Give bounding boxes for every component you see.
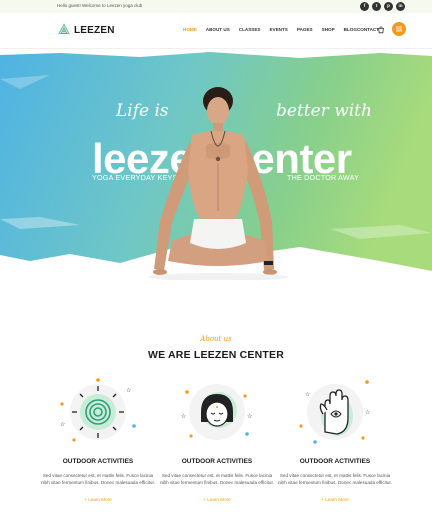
nav-classes[interactable]: CLASSES xyxy=(239,27,261,32)
cart-icon[interactable] xyxy=(377,26,385,34)
svg-text:☆: ☆ xyxy=(365,409,370,416)
feature-title: OUTDOOR ACTIVITIES xyxy=(62,458,134,465)
feature-text: Sed vitae consectetur est, et mattis fel… xyxy=(277,473,393,486)
twitter-icon[interactable]: t xyxy=(372,2,381,11)
svg-text:☆: ☆ xyxy=(60,421,65,428)
feature-title: OUTDOOR ACTIVITIES xyxy=(181,458,253,465)
yoga-figure-image xyxy=(148,87,288,280)
top-bar: Hello guest! Welcome to Leezen yoga club… xyxy=(0,0,432,13)
learn-more-link[interactable]: + Learn More xyxy=(157,497,277,502)
welcome-text: Hello guest! Welcome to Leezen yoga club xyxy=(57,3,143,8)
svg-text:☆: ☆ xyxy=(181,413,186,420)
nav-pages[interactable]: PAGES xyxy=(297,27,313,32)
about-script-label: About us xyxy=(200,335,232,343)
nav-events[interactable]: EVENTS xyxy=(269,27,287,32)
nav-home[interactable]: HOME xyxy=(183,27,197,32)
social-links: f t p in xyxy=(360,2,405,11)
about-title: WE ARE LEEZEN CENTER xyxy=(147,349,285,361)
nav-about-us[interactable]: ABOUT US xyxy=(206,27,230,32)
spiral-sun-icon: ☆ ☆ xyxy=(60,378,136,442)
logo-text: LEEZEN xyxy=(74,24,115,36)
facebook-icon[interactable]: f xyxy=(360,2,369,11)
main-nav: HOME ABOUT US CLASSES EVENTS PAGES SHOP … xyxy=(183,27,379,32)
main-header: LEEZEN HOME ABOUT US CLASSES EVENTS PAGE… xyxy=(0,13,432,49)
site-logo[interactable]: LEEZEN xyxy=(57,23,115,37)
linkedin-icon[interactable]: in xyxy=(396,2,405,11)
svg-text:☆: ☆ xyxy=(247,413,252,420)
pinterest-icon[interactable]: p xyxy=(384,2,393,11)
feature-text: Sed vitae consectetur est, et mattis fel… xyxy=(40,473,156,486)
hamsa-hand-icon: ☆ ☆ xyxy=(299,380,370,444)
hero-banner: Life is better with leezen center YOGA E… xyxy=(0,49,432,280)
learn-more-link[interactable]: + Learn More xyxy=(275,497,395,502)
menu-button[interactable] xyxy=(392,22,406,36)
learn-more-link[interactable]: + Learn More xyxy=(38,497,158,502)
nav-contact[interactable]: CONTACT xyxy=(357,27,379,32)
nav-shop[interactable]: SHOP xyxy=(322,27,335,32)
nav-blog[interactable]: BLOG xyxy=(344,27,357,32)
feature-title: OUTDOOR ACTIVITIES xyxy=(299,458,371,465)
svg-text:☆: ☆ xyxy=(305,391,310,398)
feature-text: Sed vitae consectetur est, et mattis fel… xyxy=(159,473,275,486)
meditation-face-icon: ☆ ☆ xyxy=(181,384,252,440)
hamburger-icon xyxy=(396,26,402,32)
svg-text:☆: ☆ xyxy=(126,387,131,394)
lotus-logo-icon xyxy=(58,23,70,35)
